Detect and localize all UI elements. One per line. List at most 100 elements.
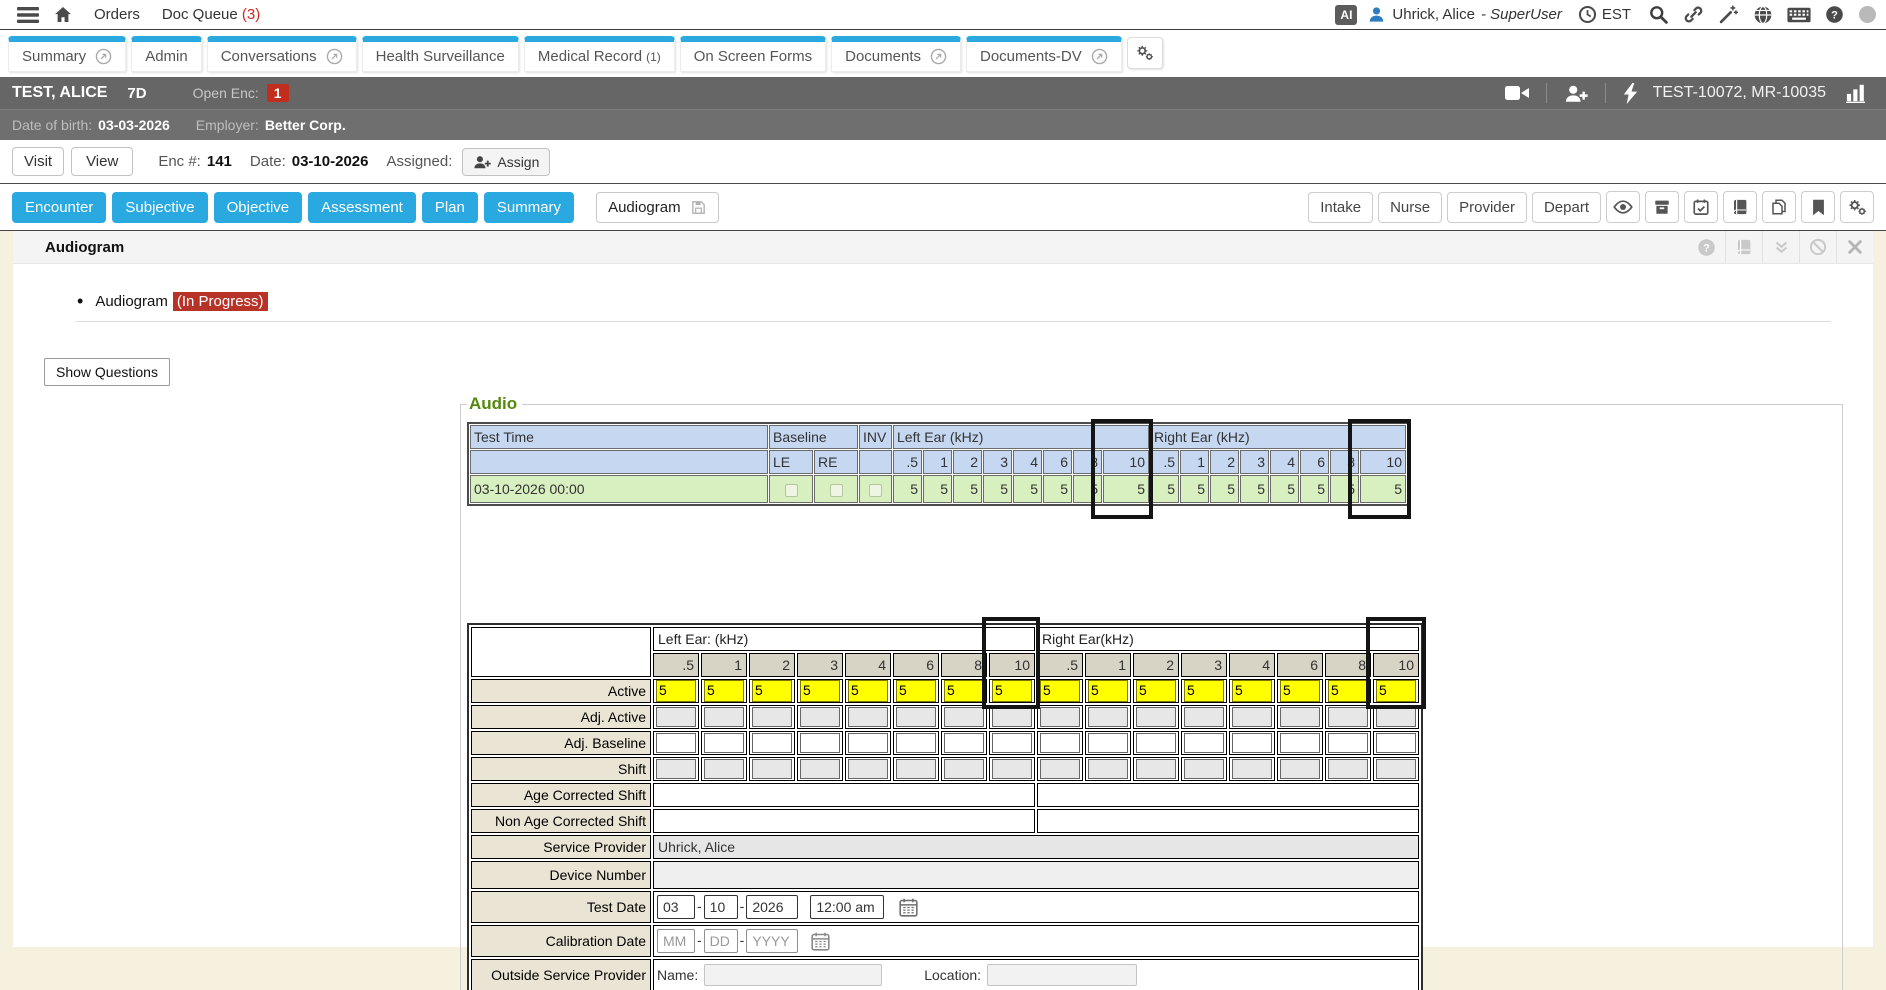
shift-input[interactable] — [704, 759, 744, 779]
adj-baseline-input[interactable] — [1136, 733, 1176, 753]
panel-disable-icon[interactable] — [1799, 231, 1836, 263]
popout-icon[interactable] — [95, 48, 112, 65]
settings-gears-button[interactable] — [1840, 191, 1874, 223]
popout-icon[interactable] — [930, 48, 947, 65]
adj-active-input[interactable] — [848, 707, 888, 727]
adj-active-input[interactable] — [1280, 707, 1320, 727]
test-date-month-input[interactable]: 03 — [657, 895, 695, 919]
adj-baseline-input[interactable] — [704, 733, 744, 753]
shift-input[interactable] — [1376, 759, 1416, 779]
adj-baseline-input[interactable] — [1280, 733, 1320, 753]
bookmark-button[interactable] — [1801, 191, 1835, 223]
adj-baseline-input[interactable] — [944, 733, 984, 753]
open-enc-badge[interactable]: 1 — [267, 84, 289, 102]
panel-collapse-icon[interactable] — [1762, 231, 1799, 263]
video-camera-icon[interactable] — [1505, 84, 1529, 102]
stage-provider-button[interactable]: Provider — [1447, 192, 1527, 223]
adj-active-input[interactable] — [1328, 707, 1368, 727]
active-input[interactable]: 5 — [1040, 680, 1080, 702]
shift-input[interactable] — [1184, 759, 1224, 779]
adj-active-input[interactable] — [656, 707, 696, 727]
shift-input[interactable] — [992, 759, 1032, 779]
tab-summary[interactable]: Summary — [8, 36, 126, 72]
active-input[interactable]: 5 — [1328, 680, 1368, 702]
popout-icon[interactable] — [1091, 48, 1108, 65]
adj-active-input[interactable] — [1184, 707, 1224, 727]
calibration-date-calendar-icon[interactable] — [810, 932, 831, 948]
shift-input[interactable] — [1136, 759, 1176, 779]
test-date-year-input[interactable]: 2026 — [746, 895, 798, 919]
adj-active-input[interactable] — [1376, 707, 1416, 727]
calibration-year-input[interactable]: YYYY — [746, 929, 798, 953]
nav-plan-button[interactable]: Plan — [422, 192, 478, 223]
panel-help-icon[interactable]: ? — [1688, 231, 1725, 263]
menu-doc-queue[interactable]: Doc Queue (3) — [162, 6, 260, 23]
adj-baseline-input[interactable] — [896, 733, 936, 753]
active-input[interactable]: 5 — [704, 680, 744, 702]
shift-input[interactable] — [944, 759, 984, 779]
adj-active-input[interactable] — [1136, 707, 1176, 727]
assign-button[interactable]: Assign — [462, 148, 550, 176]
adj-active-input[interactable] — [1088, 707, 1128, 727]
popout-icon[interactable] — [326, 48, 343, 65]
adj-baseline-input[interactable] — [848, 733, 888, 753]
adj-active-input[interactable] — [944, 707, 984, 727]
stage-nurse-button[interactable]: Nurse — [1378, 192, 1442, 223]
shift-input[interactable] — [752, 759, 792, 779]
adj-active-input[interactable] — [1040, 707, 1080, 727]
test-date-day-input[interactable]: 10 — [704, 895, 738, 919]
adj-active-input[interactable] — [800, 707, 840, 727]
active-input[interactable]: 5 — [1088, 680, 1128, 702]
shift-input[interactable] — [1280, 759, 1320, 779]
panel-book-icon[interactable] — [1725, 231, 1762, 263]
outside-location-input[interactable] — [987, 964, 1137, 986]
nav-subjective-button[interactable]: Subjective — [112, 192, 207, 223]
tab-documents[interactable]: Documents — [831, 36, 961, 72]
nav-encounter-button[interactable]: Encounter — [12, 192, 106, 223]
active-input[interactable]: 5 — [992, 680, 1032, 702]
active-input[interactable]: 5 — [656, 680, 696, 702]
active-input[interactable]: 5 — [944, 680, 984, 702]
adj-active-input[interactable] — [752, 707, 792, 727]
save-icon[interactable] — [690, 199, 707, 216]
view-button[interactable]: View — [71, 147, 133, 176]
home-icon[interactable] — [53, 5, 73, 24]
panel-close-icon[interactable] — [1836, 231, 1873, 263]
adj-baseline-input[interactable] — [1376, 733, 1416, 753]
active-input[interactable]: 5 — [1376, 680, 1416, 702]
tab-audiogram[interactable]: Audiogram — [596, 192, 719, 223]
menu-orders[interactable]: Orders — [94, 6, 140, 23]
globe-icon[interactable] — [1753, 5, 1773, 25]
adj-active-input[interactable] — [1232, 707, 1272, 727]
inv-checkbox[interactable] — [869, 484, 882, 497]
timezone-label[interactable]: EST — [1602, 6, 1631, 23]
adj-active-input[interactable] — [992, 707, 1032, 727]
adj-baseline-input[interactable] — [1184, 733, 1224, 753]
user-name[interactable]: Uhrick, Alice — [1392, 6, 1475, 23]
outside-name-input[interactable] — [704, 964, 882, 986]
tab-medical-record[interactable]: Medical Record(1) — [524, 36, 675, 72]
nav-summary-button[interactable]: Summary — [484, 192, 574, 223]
adj-baseline-input[interactable] — [1088, 733, 1128, 753]
nav-objective-button[interactable]: Objective — [214, 192, 303, 223]
tab-on-screen-forms[interactable]: On Screen Forms — [680, 36, 826, 72]
adj-baseline-input[interactable] — [656, 733, 696, 753]
wand-icon[interactable] — [1718, 4, 1739, 25]
adj-baseline-input[interactable] — [992, 733, 1032, 753]
shift-input[interactable] — [800, 759, 840, 779]
test-date-time-input[interactable]: 12:00 am — [810, 895, 884, 919]
book-button[interactable] — [1723, 191, 1757, 223]
active-input[interactable]: 5 — [800, 680, 840, 702]
shift-input[interactable] — [1328, 759, 1368, 779]
tab-conversations[interactable]: Conversations — [207, 36, 357, 72]
search-icon[interactable] — [1648, 4, 1669, 25]
bar-chart-icon[interactable] — [1845, 83, 1867, 103]
adj-baseline-input[interactable] — [800, 733, 840, 753]
shift-input[interactable] — [656, 759, 696, 779]
shift-input[interactable] — [1040, 759, 1080, 779]
adj-baseline-input[interactable] — [1040, 733, 1080, 753]
active-input[interactable]: 5 — [1280, 680, 1320, 702]
stage-intake-button[interactable]: Intake — [1308, 192, 1373, 223]
copy-pages-button[interactable] — [1762, 191, 1796, 223]
adj-active-input[interactable] — [704, 707, 744, 727]
